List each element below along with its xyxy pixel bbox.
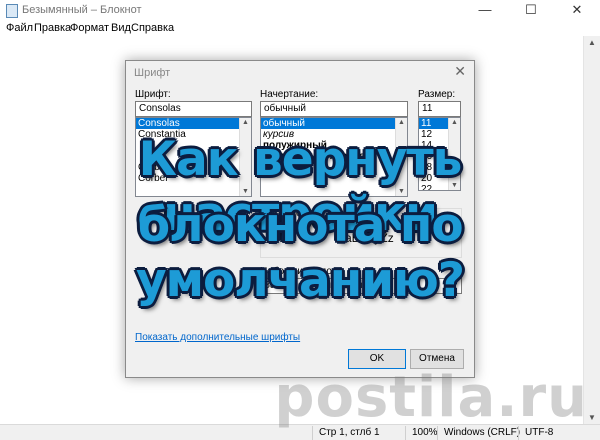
dialog-title: Шрифт: [134, 67, 171, 79]
maximize-button[interactable]: ☐: [508, 0, 554, 20]
list-item[interactable]: Consolas: [136, 118, 251, 129]
scroll-up-icon[interactable]: ▲: [588, 38, 596, 47]
scroll-down-icon[interactable]: ▼: [588, 413, 596, 422]
close-button[interactable]: ✕: [554, 0, 600, 20]
style-input[interactable]: обычный: [260, 101, 408, 117]
title-bar: Безымянный – Блокнот — ☐ ✕: [0, 0, 600, 20]
menu-format[interactable]: Формат: [70, 22, 109, 34]
list-item[interactable]: обычный: [261, 118, 407, 129]
dialog-close-icon[interactable]: ✕: [454, 63, 466, 80]
font-input[interactable]: Consolas: [135, 101, 252, 117]
menu-bar: Файл Правка Формат Вид Справка: [0, 20, 600, 36]
watermark: postila.ru: [274, 365, 588, 430]
size-label: Размер:: [418, 89, 456, 100]
style-label: Начертание:: [260, 89, 319, 100]
menu-help[interactable]: Справка: [131, 22, 174, 34]
menu-view[interactable]: Вид: [111, 22, 131, 34]
menu-edit[interactable]: Правка: [34, 22, 71, 34]
font-label: Шрифт:: [135, 89, 171, 100]
window-title: Безымянный – Блокнот: [22, 4, 142, 16]
headline-line-2: блокнота по умолчанию?: [135, 198, 465, 308]
notepad-icon: [6, 4, 18, 18]
menu-file[interactable]: Файл: [6, 22, 33, 34]
size-input[interactable]: 11: [418, 101, 461, 117]
more-fonts-link[interactable]: Показать дополнительные шрифты: [135, 332, 300, 343]
minimize-button[interactable]: —: [462, 0, 508, 20]
